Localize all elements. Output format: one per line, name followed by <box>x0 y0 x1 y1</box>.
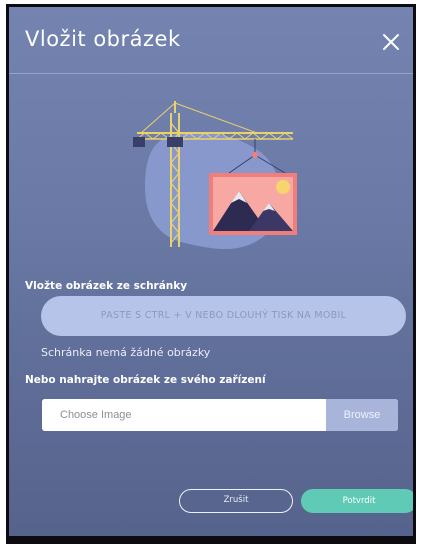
browse-button[interactable]: Browse <box>326 399 398 431</box>
screenshot-frame: Vložit obrázek Vložte obrázek ze schránk… <box>0 0 422 548</box>
insert-image-dialog: Vložit obrázek Vložte obrázek ze schránk… <box>6 4 416 544</box>
clipboard-label: Vložte obrázek ze schránky <box>25 280 188 292</box>
crane-with-image-illustration <box>133 101 297 249</box>
clipboard-empty-note: Schránka nemá žádné obrázky <box>41 346 211 359</box>
confirm-button[interactable]: Potvrdit <box>301 489 413 513</box>
close-icon[interactable] <box>381 32 401 52</box>
cancel-button[interactable]: Zrušit <box>179 489 293 513</box>
crane-counterweight <box>133 137 145 147</box>
crane-cabin <box>167 137 183 147</box>
image-frame-icon <box>209 173 297 235</box>
upload-label: Nebo nahrajte obrázek ze svého zařízení <box>25 374 266 386</box>
file-picker: Browse <box>42 399 398 431</box>
choose-image-field[interactable] <box>42 399 326 431</box>
paste-area[interactable]: PASTE S CTRL + V NEBO DLOUHÝ TISK NA MOB… <box>41 296 406 336</box>
sun-icon <box>276 180 290 194</box>
dialog-header: Vložit obrázek <box>9 7 413 74</box>
dialog-title: Vložit obrázek <box>25 27 181 51</box>
